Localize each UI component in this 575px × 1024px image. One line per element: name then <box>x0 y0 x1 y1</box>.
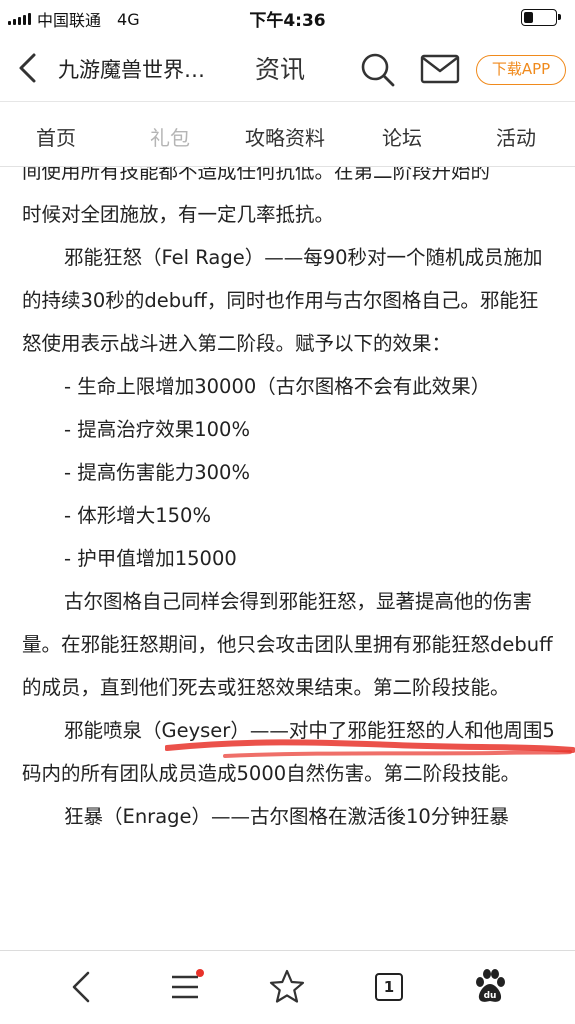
list-item: - 体形增大150% <box>64 504 211 527</box>
list-item: - 生命上限增加30000（古尔图格不会有此效果） <box>64 375 491 398</box>
article-paragraph: 狂暴（Enrage）——古尔图格在激活後10分钟狂暴 <box>64 805 509 828</box>
star-icon <box>269 969 305 1003</box>
baidu-paw-icon: du <box>476 969 505 1002</box>
tab-forum[interactable]: 论坛 <box>382 122 422 151</box>
mail-button[interactable] <box>420 53 460 85</box>
tab-home[interactable]: 首页 <box>36 122 76 151</box>
battery-icon <box>521 9 561 26</box>
status-bar: 中国联通 4G 下午4:36 <box>0 0 575 34</box>
notification-dot <box>196 969 204 977</box>
nav-tabs: 首页 礼包 攻略资料 论坛 活动 <box>0 103 575 167</box>
chevron-left-icon <box>72 971 90 1003</box>
browser-back-button[interactable] <box>62 967 102 1007</box>
browser-toolbar: 1 du <box>0 950 575 1024</box>
list-item: - 提高治疗效果100% <box>64 418 250 441</box>
tab-events[interactable]: 活动 <box>496 122 536 151</box>
list-item: - 提高伤害能力300% <box>64 461 250 484</box>
download-app-button[interactable]: 下载APP <box>476 55 566 85</box>
svg-text:du: du <box>484 991 497 1001</box>
tab-guides[interactable]: 攻略资料 <box>245 122 325 151</box>
chevron-left-icon <box>19 53 36 83</box>
search-icon <box>361 53 395 87</box>
status-time: 下午4:36 <box>249 11 326 31</box>
tab-count: 1 <box>375 973 403 1001</box>
site-header: 九游魔兽世界… 资讯 下载APP <box>0 34 575 102</box>
article-paragraph: 时候对全团施放，有一定几率抵抗。 <box>22 203 335 226</box>
search-button[interactable] <box>360 52 396 88</box>
site-title[interactable]: 九游魔兽世界… <box>58 54 205 84</box>
back-button[interactable] <box>14 52 44 84</box>
list-item: - 护甲值增加15000 <box>64 547 237 570</box>
article-body: 间使用所有技能都不造成任何抗低。在第二阶段开始的 时候对全团施放，有一定几率抵抗… <box>22 150 556 950</box>
article-paragraph: 邪能喷泉（Geyser）——对中了邪能狂怒的人和他周围5码内的所有团队成员造成5… <box>22 719 555 785</box>
tabs-button[interactable]: 1 <box>369 967 409 1007</box>
article-paragraph: 邪能狂怒（Fel Rage）——每90秒对一个随机成员施加的持续30秒的debu… <box>22 246 543 355</box>
baidu-home-button[interactable]: du <box>470 967 510 1007</box>
article-paragraph: 古尔图格自己同样会得到邪能狂怒，显著提高他的伤害量。在邪能狂怒期间，他只会攻击团… <box>22 590 553 699</box>
tab-gifts[interactable]: 礼包 <box>150 122 190 151</box>
mail-icon <box>420 54 460 84</box>
menu-button[interactable] <box>166 967 206 1007</box>
section-title: 资讯 <box>255 55 306 84</box>
battery-level <box>524 12 533 23</box>
bookmark-button[interactable] <box>267 967 307 1007</box>
